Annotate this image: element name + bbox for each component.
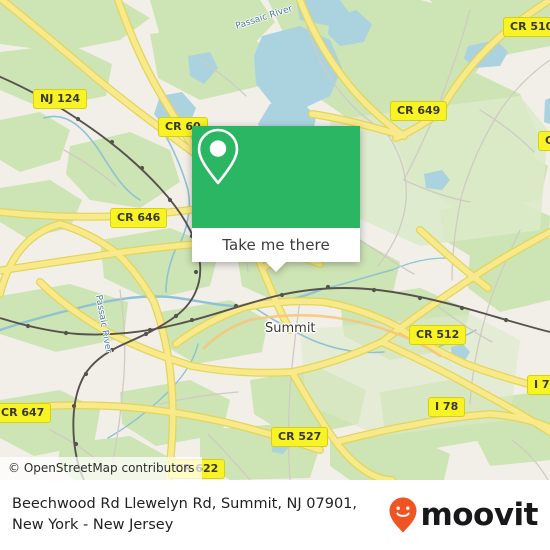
moovit-wordmark: moovit [420, 496, 538, 533]
road-shield: CR 512 [409, 325, 467, 345]
road-shield: I 78 [527, 375, 550, 395]
road-shield: C [538, 131, 550, 151]
road-shield: CR 647 [0, 403, 52, 423]
callout-tail [265, 261, 287, 272]
road-shield: CR 510 [503, 17, 550, 37]
location-title: Beechwood Rd Llewelyn Rd, Summit, NJ 079… [12, 496, 358, 533]
map-canvas[interactable]: Summit Passaic River Passaic River NJ 124 C… [0, 0, 550, 480]
callout-header [192, 126, 360, 228]
location-callout-card[interactable]: Take me there [192, 126, 360, 272]
take-me-there-label: Take me there [222, 236, 330, 254]
footer-bar: Beechwood Rd Llewelyn Rd, Summit, NJ 079… [0, 480, 550, 550]
map-pin-icon [197, 128, 239, 185]
road-shield: CR 646 [110, 208, 168, 228]
road-shield: CR 527 [271, 427, 329, 447]
road-shield: I 78 [428, 397, 466, 417]
callout-footer[interactable]: Take me there [192, 228, 360, 262]
moovit-pin-smiley-icon [389, 497, 417, 533]
road-shield: NJ 124 [33, 89, 88, 109]
road-shield: CR 649 [390, 101, 448, 121]
moovit-logo[interactable]: moovit [388, 496, 538, 534]
osm-attribution[interactable]: © OpenStreetMap contributors [0, 457, 203, 480]
map-screenshot: Summit Passaic River Passaic River NJ 124 C… [0, 0, 550, 550]
